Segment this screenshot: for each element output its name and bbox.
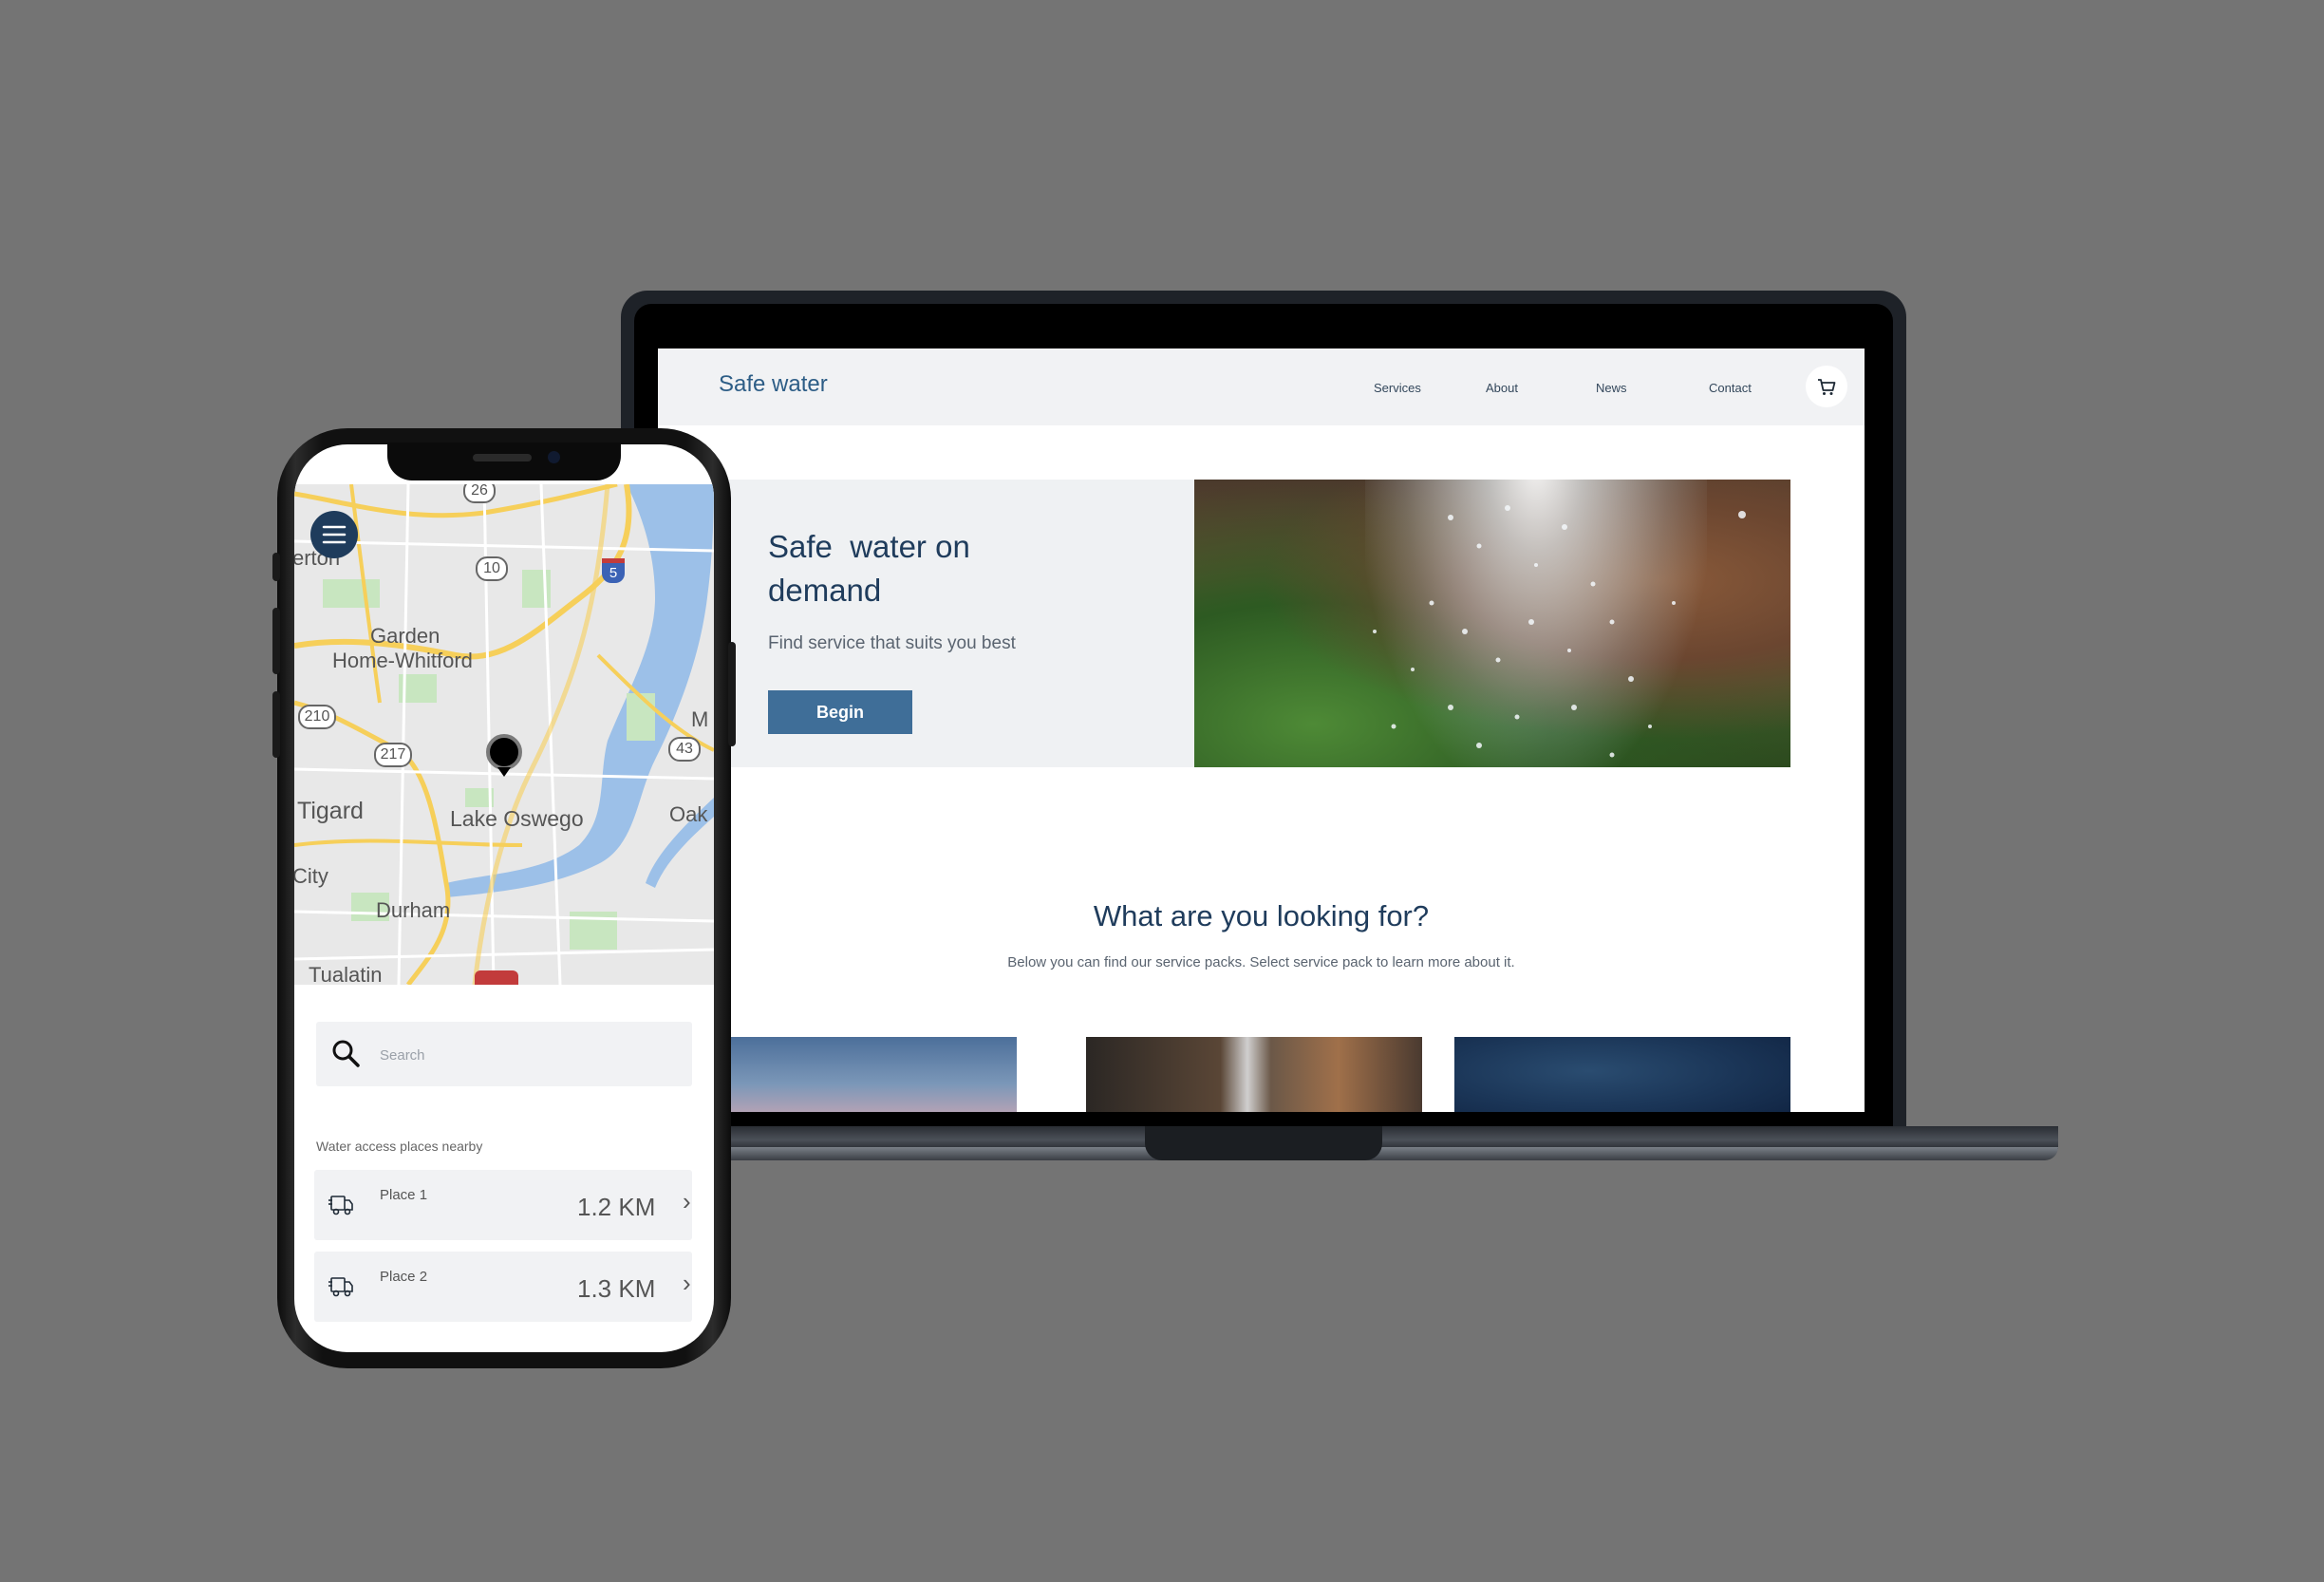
section-subtitle: Below you can find our service packs. Se… (1007, 954, 1515, 970)
place-distance: 1.2 KM (577, 1193, 656, 1221)
hero-subtitle: Find service that suits you best (768, 633, 1016, 653)
laptop-thumb-notch (1145, 1126, 1382, 1160)
phone-volume-up (272, 608, 280, 674)
service-card-sky[interactable] (696, 1037, 1017, 1112)
site-logo[interactable]: Safe water (719, 371, 828, 398)
hero-water-image (1194, 480, 1790, 767)
phone-speaker (473, 454, 532, 461)
route-210-shield: 210 (298, 705, 336, 729)
phone-mute-switch (272, 553, 280, 581)
nav-services[interactable]: Services (1374, 381, 1421, 395)
section-title: What are you looking for? (1093, 899, 1430, 932)
map-label-tualatin: Tualatin (309, 963, 383, 985)
map-label-durham: Durham (376, 898, 451, 922)
map-label-m: M (691, 707, 709, 731)
service-card-warehouse[interactable] (1086, 1037, 1422, 1112)
nav-contact[interactable]: Contact (1709, 381, 1752, 395)
phone-notch (387, 443, 621, 480)
interstate-shield-partial (475, 970, 518, 985)
location-pin-icon[interactable] (486, 734, 522, 770)
cart-button[interactable] (1806, 366, 1847, 407)
map-label-oak: Oak (669, 802, 708, 826)
search-icon (332, 1040, 360, 1067)
place-distance: 1.3 KM (577, 1274, 656, 1303)
search-placeholder: Search (380, 1047, 425, 1064)
map-label-lake-oswego: Lake Oswego (450, 806, 584, 831)
menu-button[interactable] (310, 511, 358, 558)
site-header: Safe water Services About News Contact (658, 348, 1865, 425)
nav-news[interactable]: News (1596, 381, 1627, 395)
water-truck-icon (328, 1196, 353, 1215)
map-label-garden: Garden (370, 624, 440, 648)
map-label-city: City (294, 864, 328, 888)
interstate-5-shield: 5 (602, 558, 625, 583)
route-10-shield: 10 (476, 556, 508, 581)
place-row[interactable]: Place 2 1.3 KM › (314, 1252, 692, 1322)
website-screen: Safe water Services About News Contact S… (658, 348, 1865, 1112)
place-row[interactable]: Place 1 1.2 KM › (314, 1170, 692, 1240)
route-26-shield: 26 (463, 484, 496, 503)
phone-volume-down (272, 691, 280, 758)
place-name: Place 1 (380, 1187, 428, 1203)
water-droplets (1373, 505, 1746, 758)
hamburger-icon (322, 525, 347, 544)
chevron-right-icon: › (683, 1187, 691, 1215)
map-label-home-whitford: Home-Whitford (332, 649, 473, 672)
phone-camera (548, 451, 560, 463)
map-label-tigard: Tigard (297, 798, 364, 824)
route-217-shield: 217 (374, 743, 412, 767)
search-input[interactable] (316, 1022, 692, 1086)
nearby-label: Water access places nearby (316, 1139, 483, 1154)
phone-screen: erton Garden Home-Whitford Tigard Lake O… (294, 444, 714, 1352)
nav-about[interactable]: About (1486, 381, 1518, 395)
begin-button[interactable]: Begin (768, 690, 912, 734)
chevron-right-icon: › (683, 1269, 691, 1297)
water-truck-icon (328, 1277, 353, 1297)
route-43-shield: 43 (668, 737, 701, 762)
cart-icon (1818, 379, 1836, 395)
phone-power-button (728, 642, 736, 746)
hero-title: Safe water on demand (768, 529, 970, 608)
place-name: Place 2 (380, 1269, 428, 1285)
map-view[interactable]: erton Garden Home-Whitford Tigard Lake O… (294, 484, 714, 985)
location-pin-tip (497, 767, 511, 777)
service-card-ocean[interactable] (1454, 1037, 1790, 1112)
